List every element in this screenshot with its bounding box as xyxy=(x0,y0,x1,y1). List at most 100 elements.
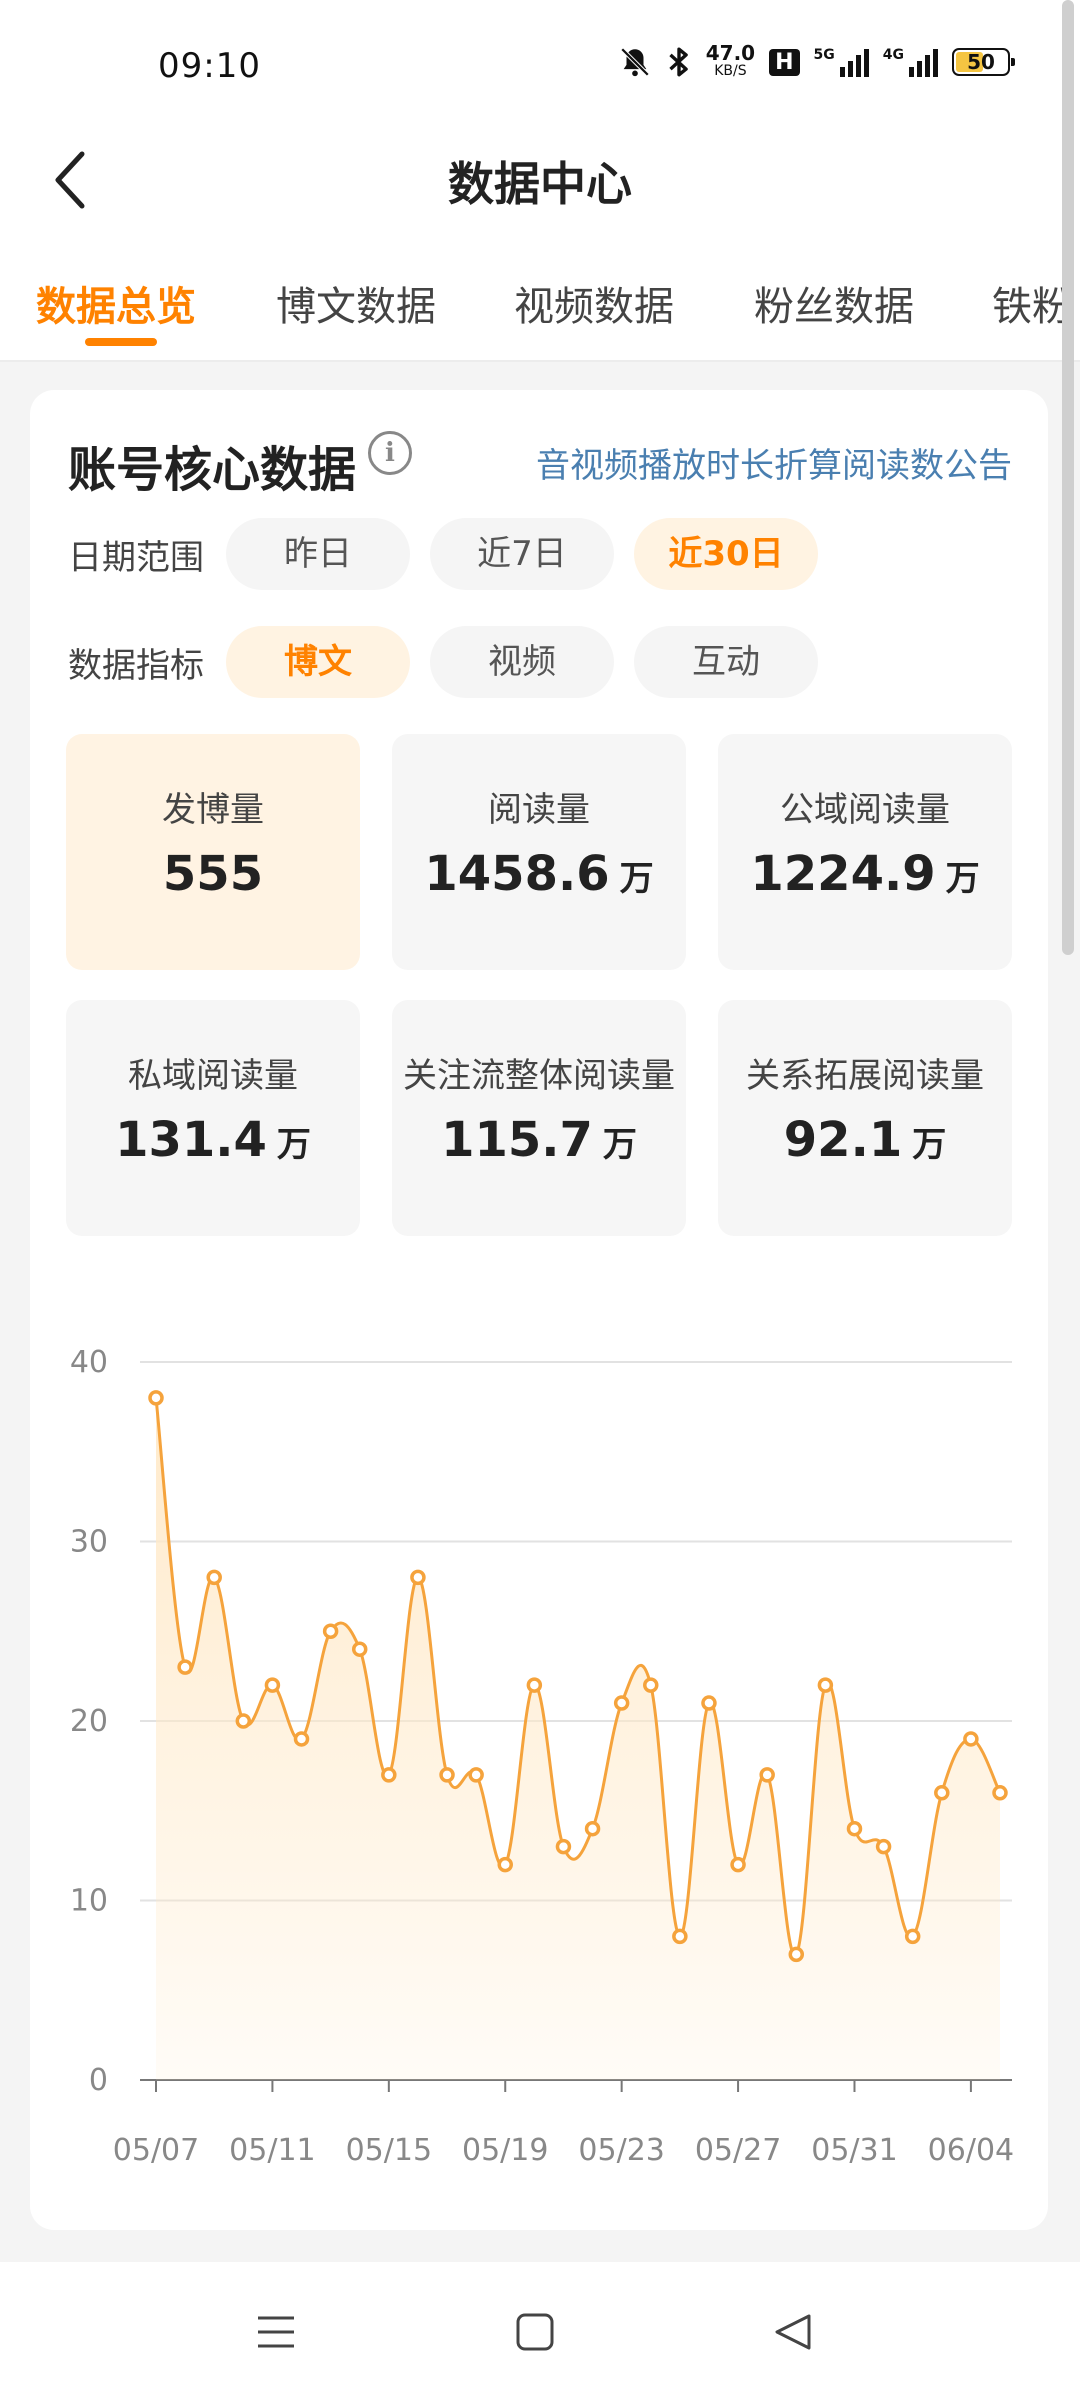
x-tick-label: 05/23 xyxy=(578,2133,664,2168)
metric-value: 555 xyxy=(162,846,264,902)
metric-value: 1224.9 万 xyxy=(750,846,980,902)
scrollbar[interactable] xyxy=(1062,0,1074,955)
data-point xyxy=(584,1820,601,1837)
x-tick-label: 05/07 xyxy=(113,2133,199,2168)
tab-indicator xyxy=(85,338,157,346)
data-point xyxy=(875,1838,892,1855)
metric-read-count[interactable]: 阅读量 1458.6 万 xyxy=(392,734,686,970)
tab-post-data[interactable]: 博文数据 xyxy=(276,274,436,332)
data-point xyxy=(206,1569,222,1586)
data-point xyxy=(730,1856,746,1873)
back-nav-button[interactable] xyxy=(763,2302,823,2362)
data-point xyxy=(381,1767,397,1783)
menu-icon xyxy=(258,2316,294,2348)
tab-overview[interactable]: 数据总览 xyxy=(36,274,196,332)
menu-button[interactable] xyxy=(246,2302,306,2362)
triangle-back-icon xyxy=(775,2314,811,2350)
metric-follow-feed-read[interactable]: 关注流整体阅读量 115.7 万 xyxy=(392,1000,686,1236)
data-point xyxy=(468,1767,484,1783)
data-point xyxy=(701,1695,717,1711)
square-icon xyxy=(516,2313,554,2351)
data-point xyxy=(759,1767,775,1783)
date-range-label: 日期范围 xyxy=(68,538,204,578)
y-tick-label: 0 xyxy=(89,2063,108,2098)
metric-label: 私域阅读量 xyxy=(128,1056,298,1096)
y-tick-label: 20 xyxy=(70,1704,108,1739)
data-point xyxy=(817,1677,834,1693)
data-point xyxy=(904,1928,921,1945)
date-option-7days[interactable]: 近7日 xyxy=(430,518,614,590)
data-point xyxy=(613,1695,630,1711)
trend-chart[interactable]: 0 10 20 30 40 05/07 05/11 05/15 05/19 05/23 05/27 0… xyxy=(30,1300,1048,2200)
metric-value: 1458.6 万 xyxy=(424,846,654,902)
data-point xyxy=(526,1677,543,1693)
data-point xyxy=(643,1677,659,1693)
data-point xyxy=(497,1856,513,1873)
network-speed: 47.0 KB/S xyxy=(705,41,756,79)
x-tick-label: 05/15 xyxy=(346,2133,432,2168)
metric-type-label: 数据指标 xyxy=(68,646,204,686)
status-bar: 09:10 47.0 KB/S H 5G 4G 50 xyxy=(0,0,1080,130)
signal-5g-icon: 5G xyxy=(814,47,869,77)
home-button[interactable] xyxy=(505,2302,565,2362)
metric-post-count[interactable]: 发博量 555 xyxy=(66,734,360,970)
data-point xyxy=(410,1569,426,1586)
nav-bar: 数据中心 xyxy=(0,130,1080,230)
status-icons: 47.0 KB/S H 5G 4G 50 xyxy=(618,41,1015,80)
metric-label: 关系拓展阅读量 xyxy=(746,1056,984,1096)
data-point xyxy=(264,1677,281,1693)
x-tick-label: 05/11 xyxy=(229,2133,315,2168)
info-icon[interactable]: i xyxy=(368,431,412,475)
tab-video-data[interactable]: 视频数据 xyxy=(514,274,674,332)
card-title: 账号核心数据 xyxy=(68,442,357,498)
area-fill xyxy=(156,1397,1000,2080)
metric-label: 公域阅读量 xyxy=(780,790,950,830)
battery-icon: 50 xyxy=(952,48,1015,76)
metric-option-video[interactable]: 视频 xyxy=(430,626,614,698)
data-point xyxy=(235,1713,252,1729)
data-point xyxy=(351,1641,368,1657)
x-tick-label: 05/31 xyxy=(811,2133,897,2168)
y-tick-label: 30 xyxy=(70,1525,108,1560)
bluetooth-icon xyxy=(669,47,688,77)
divider xyxy=(0,360,1080,362)
mute-bell-icon xyxy=(620,47,650,77)
signal-4g-icon: 4G xyxy=(883,47,938,77)
tab-fan-data[interactable]: 粉丝数据 xyxy=(754,274,914,332)
data-point xyxy=(672,1928,688,1945)
metric-option-interaction[interactable]: 互动 xyxy=(634,626,818,698)
tab-bar: 数据总览 博文数据 视频数据 粉丝数据 铁粉 xyxy=(0,250,1080,360)
data-point xyxy=(177,1659,193,1675)
metric-relation-read[interactable]: 关系拓展阅读量 92.1 万 xyxy=(718,1000,1012,1236)
tab-iron-fans[interactable]: 铁粉 xyxy=(992,274,1072,332)
x-tick-label: 05/27 xyxy=(695,2133,781,2168)
x-tick-label: 06/04 xyxy=(928,2133,1014,2168)
data-point xyxy=(293,1731,310,1747)
data-point xyxy=(934,1785,950,1801)
date-option-yesterday[interactable]: 昨日 xyxy=(226,518,410,590)
data-point xyxy=(439,1767,455,1783)
data-point xyxy=(788,1946,805,1963)
metric-private-read[interactable]: 私域阅读量 131.4 万 xyxy=(66,1000,360,1236)
y-tick-label: 40 xyxy=(70,1345,108,1380)
metric-value: 115.7 万 xyxy=(441,1112,637,1168)
system-nav-bar xyxy=(0,2262,1080,2400)
metric-public-read[interactable]: 公域阅读量 1224.9 万 xyxy=(718,734,1012,970)
data-point xyxy=(148,1390,164,1406)
data-point xyxy=(322,1623,339,1639)
metric-label: 发博量 xyxy=(162,790,264,830)
data-point xyxy=(846,1820,863,1837)
date-option-30days[interactable]: 近30日 xyxy=(634,518,818,590)
notice-link[interactable]: 音视频播放时长折算阅读数公告 xyxy=(536,438,1012,487)
status-time: 09:10 xyxy=(158,46,261,86)
y-tick-label: 10 xyxy=(70,1884,108,1919)
page-title: 数据中心 xyxy=(448,157,632,211)
metric-label: 关注流整体阅读量 xyxy=(403,1056,675,1096)
data-point xyxy=(963,1731,979,1747)
hd-voice-icon: H xyxy=(769,48,800,76)
x-tick-label: 05/19 xyxy=(462,2133,548,2168)
data-point xyxy=(555,1838,572,1855)
metric-value: 131.4 万 xyxy=(115,1112,311,1168)
metric-option-post[interactable]: 博文 xyxy=(226,626,410,698)
metric-label: 阅读量 xyxy=(488,790,590,830)
